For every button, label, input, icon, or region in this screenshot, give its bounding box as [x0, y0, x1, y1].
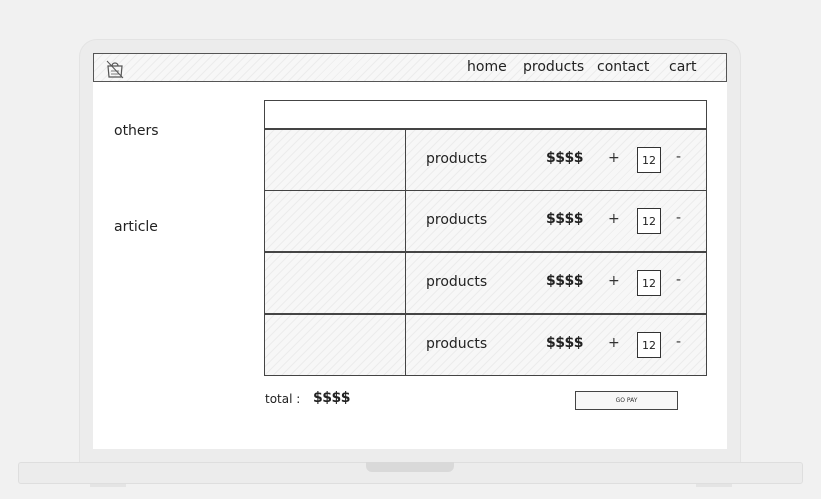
product-image-placeholder: [264, 129, 406, 191]
product-image-placeholder: [264, 190, 406, 252]
product-price: $$$$: [546, 273, 583, 289]
total-label: total :: [265, 392, 301, 406]
laptop-foot-left: [90, 484, 126, 487]
quantity-input[interactable]: [637, 208, 661, 234]
quantity-input[interactable]: [637, 147, 661, 173]
sidebar-item-article[interactable]: article: [114, 219, 158, 235]
product-details-cell: products $$$$ + -: [405, 314, 707, 376]
product-price: $$$$: [546, 335, 583, 351]
product-name: products: [426, 336, 488, 352]
decrease-quantity-button[interactable]: -: [676, 149, 681, 165]
decrease-quantity-button[interactable]: -: [676, 210, 681, 226]
cart-row: products $$$$ + -: [264, 252, 707, 314]
shopping-bag-logo-icon[interactable]: [105, 59, 125, 79]
product-image-placeholder: [264, 252, 406, 314]
increase-quantity-button[interactable]: +: [608, 273, 620, 289]
total-value: $$$$: [313, 390, 350, 406]
cart-table-header: [264, 100, 707, 129]
increase-quantity-button[interactable]: +: [608, 335, 620, 351]
go-pay-button[interactable]: GO PAY: [575, 391, 678, 410]
product-details-cell: products $$$$ + -: [405, 129, 707, 191]
cart-row: products $$$$ + -: [264, 129, 707, 191]
browser-screen: home products contact cart others articl…: [93, 53, 727, 449]
laptop-foot-right: [696, 484, 732, 487]
cart-row: products $$$$ + -: [264, 190, 707, 252]
product-details-cell: products $$$$ + -: [405, 252, 707, 314]
product-details-cell: products $$$$ + -: [405, 190, 707, 252]
decrease-quantity-button[interactable]: -: [676, 334, 681, 350]
decrease-quantity-button[interactable]: -: [676, 272, 681, 288]
product-name: products: [426, 151, 488, 167]
product-name: products: [426, 274, 488, 290]
product-name: products: [426, 212, 488, 228]
laptop-notch: [366, 462, 454, 472]
sidebar-item-others[interactable]: others: [114, 123, 159, 139]
product-price: $$$$: [546, 211, 583, 227]
nav-contact-link[interactable]: contact: [597, 59, 649, 75]
top-navbar: home products contact cart: [93, 53, 727, 82]
cart-row: products $$$$ + -: [264, 314, 707, 376]
increase-quantity-button[interactable]: +: [608, 150, 620, 166]
nav-products-link[interactable]: products: [523, 59, 584, 75]
nav-cart-link[interactable]: cart: [669, 59, 697, 75]
increase-quantity-button[interactable]: +: [608, 211, 620, 227]
quantity-input[interactable]: [637, 270, 661, 296]
quantity-input[interactable]: [637, 332, 661, 358]
product-image-placeholder: [264, 314, 406, 376]
product-price: $$$$: [546, 150, 583, 166]
nav-home-link[interactable]: home: [467, 59, 507, 75]
